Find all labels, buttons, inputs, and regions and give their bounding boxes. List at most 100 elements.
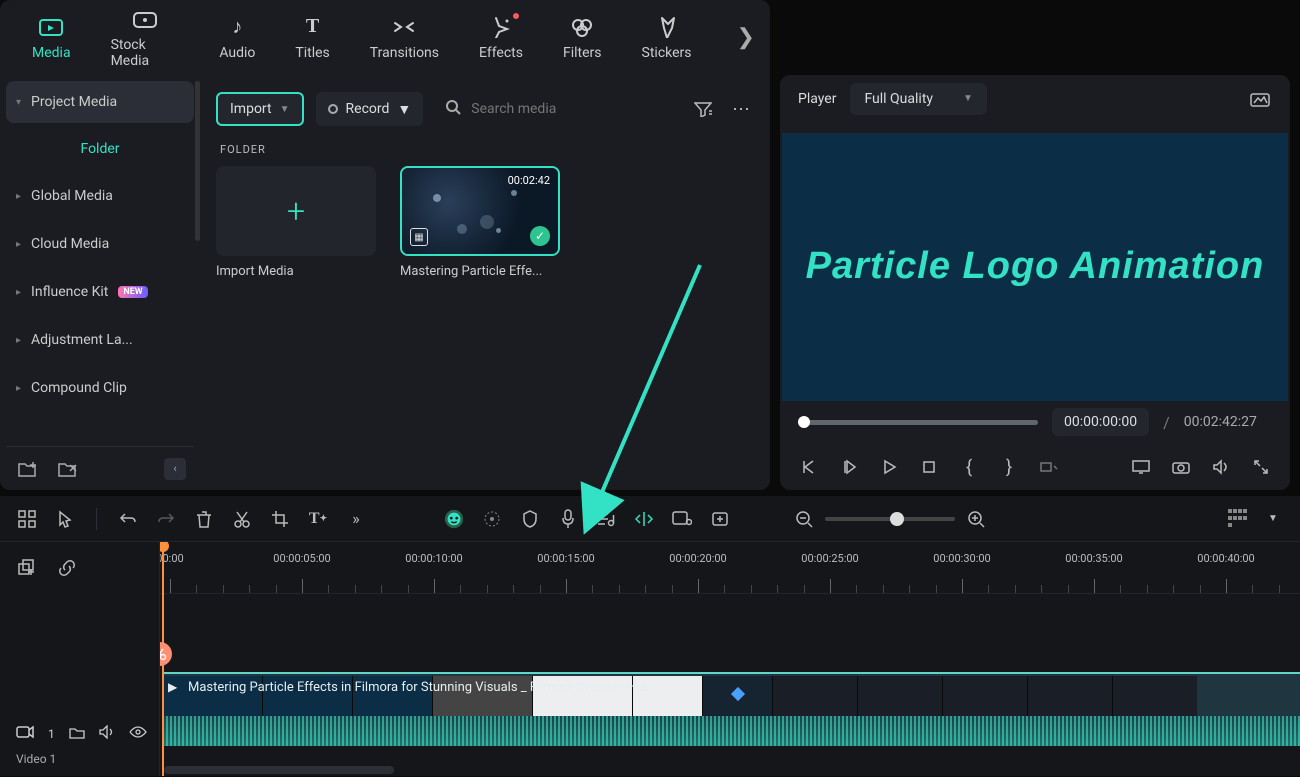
auto-enhance-icon[interactable] [481, 508, 503, 530]
folder-heading: FOLDER [220, 143, 754, 156]
pointer-icon[interactable] [54, 508, 76, 530]
play-icon[interactable] [878, 456, 900, 478]
trash-icon[interactable] [193, 508, 215, 530]
camera-icon[interactable] [1170, 456, 1192, 478]
volume-icon[interactable] [1210, 456, 1232, 478]
transitions-icon [392, 15, 416, 39]
sidebar-item-adjustment-layer[interactable]: ▸ Adjustment La... [6, 319, 194, 361]
undo-icon[interactable] [117, 508, 139, 530]
stickers-icon [655, 15, 679, 39]
tab-audio[interactable]: ♪ Audio [219, 15, 255, 61]
tab-label: Stickers [642, 45, 692, 61]
ruler-label: 00:00:25:00 [801, 552, 858, 565]
tab-label: Transitions [370, 45, 439, 61]
music-list-icon[interactable] [595, 508, 617, 530]
panel-layout-icon[interactable] [16, 508, 38, 530]
microphone-icon[interactable] [557, 508, 579, 530]
search-icon [445, 99, 461, 119]
sidebar-item-cloud-media[interactable]: ▸ Cloud Media [6, 223, 194, 265]
current-timecode[interactable]: 00:00:00:00 [1052, 408, 1149, 436]
zoom-knob[interactable] [890, 512, 904, 526]
split-icon[interactable] [633, 508, 655, 530]
ai-robot-icon[interactable] [443, 508, 465, 530]
fullscreen-icon[interactable] [1250, 456, 1272, 478]
text-icon[interactable]: T✦ [307, 508, 329, 530]
track-options-icon[interactable]: ▼ [1262, 508, 1284, 530]
ruler-label: 00:00:15:00 [537, 552, 594, 565]
caret-icon: ▸ [16, 287, 21, 298]
step-back-icon[interactable] [838, 456, 860, 478]
add-keyframe-icon[interactable] [709, 508, 731, 530]
record-icon [328, 104, 338, 114]
check-icon: ✓ [530, 226, 550, 246]
tab-label: Media [32, 45, 71, 61]
import-button[interactable]: Import ▼ [216, 92, 304, 126]
sidebar-item-label: Compound Clip [31, 380, 127, 396]
tab-stickers[interactable]: Stickers [642, 15, 692, 61]
import-card[interactable]: + Import Media [216, 166, 376, 279]
sidebar-item-project-media[interactable]: ▾ Project Media [6, 81, 194, 123]
tab-effects[interactable]: Effects [479, 15, 523, 61]
stop-icon[interactable] [918, 456, 940, 478]
media-sidebar: ▾ Project Media Folder ▸ Global Media ▸ … [0, 75, 200, 490]
sidebar-item-folder[interactable]: Folder [6, 129, 194, 169]
eye-icon[interactable] [129, 726, 147, 741]
new-folder-icon[interactable] [14, 456, 40, 482]
screen-record-icon[interactable] [671, 508, 693, 530]
sidebar-item-label: Folder [80, 141, 119, 157]
crop-icon[interactable] [269, 508, 291, 530]
tab-media[interactable]: Media [32, 15, 71, 61]
mark-out-icon[interactable]: } [998, 456, 1020, 478]
tab-filters[interactable]: Filters [563, 15, 602, 61]
browser-toolbar: Import ▼ Record ▼ ⋯ [216, 87, 754, 131]
collapse-sidebar-button[interactable]: ‹ [164, 458, 186, 480]
filter-icon[interactable] [690, 96, 716, 122]
media-card[interactable]: 00:02:42 ▦ ✓ Mastering Particle Effe... [400, 166, 560, 279]
quality-dropdown[interactable]: Full Quality ▼ [850, 83, 986, 115]
progress-track[interactable] [798, 420, 1038, 425]
timeline-horizontal-scrollbar[interactable] [164, 766, 394, 774]
sidebar-item-influence-kit[interactable]: ▸ Influence Kit NEW [6, 271, 194, 313]
scene-cut-icon[interactable] [160, 642, 172, 666]
progress-knob[interactable] [798, 416, 810, 428]
chevron-down-icon: ▼ [280, 104, 290, 115]
tab-stock-media[interactable]: Stock Media [111, 7, 180, 69]
filters-icon [570, 15, 594, 39]
duplicate-icon[interactable] [16, 557, 38, 579]
snapshot-icon[interactable] [1248, 87, 1272, 111]
track-label: Video 1 [16, 752, 143, 766]
zoom-slider[interactable] [825, 517, 955, 521]
sidebar-item-global-media[interactable]: ▸ Global Media [6, 175, 194, 217]
folder-small-icon[interactable] [69, 726, 85, 742]
sidebar-item-compound-clip[interactable]: ▸ Compound Clip [6, 367, 194, 409]
timeline-tracks[interactable]: 00:0000:00:05:0000:00:10:0000:00:15:0000… [160, 542, 1300, 776]
prev-frame-icon[interactable] [798, 456, 820, 478]
zoom-out-icon[interactable] [793, 508, 815, 530]
delete-folder-icon[interactable] [54, 456, 80, 482]
mark-in-icon[interactable]: { [958, 456, 980, 478]
caret-icon: ▸ [16, 335, 21, 346]
link-icon[interactable] [56, 557, 78, 579]
tab-titles[interactable]: T Titles [295, 15, 329, 61]
more-tabs-button[interactable]: ❯ [732, 22, 761, 54]
more-tools-icon[interactable]: » [345, 508, 367, 530]
clip-type-icon: ▦ [410, 228, 428, 246]
record-button[interactable]: Record ▼ [316, 92, 424, 126]
track-view-icon[interactable] [1228, 509, 1248, 529]
search-input[interactable] [471, 101, 621, 117]
timeline-panel: T✦ » ▼ [0, 496, 1300, 776]
tab-transitions[interactable]: Transitions [370, 15, 439, 61]
timeline-ruler[interactable]: 00:0000:00:05:0000:00:10:0000:00:15:0000… [160, 542, 1300, 594]
player-viewport[interactable]: Particle Logo Animation [782, 133, 1288, 401]
redo-icon[interactable] [155, 508, 177, 530]
markers-icon[interactable] [1038, 456, 1060, 478]
display-icon[interactable] [1130, 456, 1152, 478]
zoom-in-icon[interactable] [965, 508, 987, 530]
shield-icon[interactable] [519, 508, 541, 530]
tab-label: Filters [563, 45, 602, 61]
more-icon[interactable]: ⋯ [728, 96, 754, 122]
mute-icon[interactable] [99, 725, 115, 742]
video-clip[interactable]: ▶ Mastering Particle Effects in Filmora … [162, 672, 1300, 746]
cut-icon[interactable] [231, 508, 253, 530]
quality-value: Full Quality [864, 91, 933, 107]
